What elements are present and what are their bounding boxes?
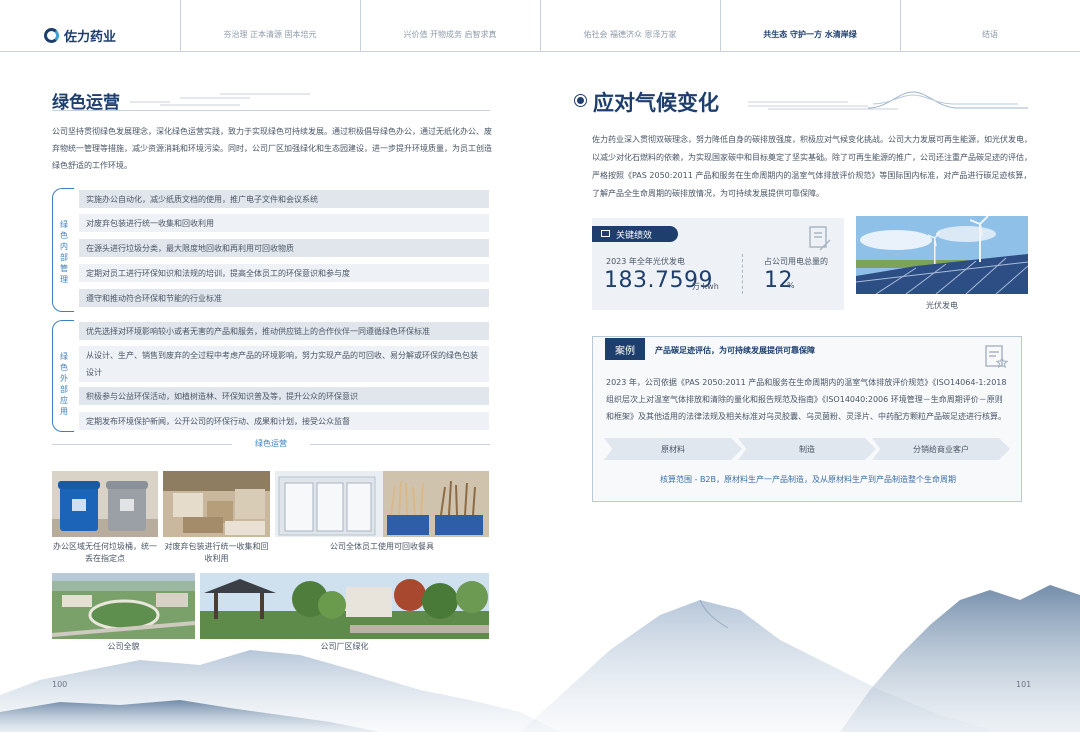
list-item: 实施办公自动化，减少纸质文档的使用，推广电子文件和会议系统 <box>79 190 489 208</box>
list-item: 定期发布环境保护新闻，公开公司的环保行动、成果和计划，接受公众监督 <box>79 412 489 430</box>
kpi-divider <box>742 254 743 294</box>
photo-recycling-bins <box>52 471 158 537</box>
company-logo[interactable]: 佐力药业 <box>44 26 116 45</box>
nav-divider <box>720 0 721 52</box>
chart-icon <box>601 230 610 237</box>
logo-text: 佐力药业 <box>64 30 117 45</box>
list-item: 遵守和推动符合环保和节能的行业标准 <box>79 289 489 307</box>
section-caption: 绿色运营 <box>52 438 490 449</box>
kpi-pv-unit: 万 kwh <box>692 282 719 291</box>
nav-divider <box>540 0 541 52</box>
photo-caption: 公司全体员工使用可回收餐具 <box>330 542 434 551</box>
lifecycle-step: 原材料 <box>604 438 742 460</box>
list-item: 从设计、生产、销售到废弃的全过程中考虑产品的环境影响，努力实现产品的可回收、易分… <box>79 346 489 382</box>
list-item: 定期对员工进行环保知识和法规的培训，提高全体员工的环保意识和参与度 <box>79 264 489 282</box>
photo-caption: 公司全貌 <box>107 642 140 651</box>
nav-tab-conclusion[interactable]: 结语 <box>900 29 1080 40</box>
photo-reusable-tableware <box>275 471 489 537</box>
nav-tab-value[interactable]: 兴价值 开物成务 启智求真 <box>360 29 540 40</box>
title-divider <box>52 110 490 111</box>
case-title: 产品碳足迹评估，为可持续发展提供可靠保障 <box>655 346 815 355</box>
list-item: 对废弃包装进行统一收集和回收利用 <box>79 214 489 232</box>
case-tag: 案例 <box>605 338 645 360</box>
photo-caption: 对废弃包装进行统一收集和回收利用 <box>164 542 269 563</box>
photo-campus-greening <box>200 573 489 639</box>
photo-solar-power <box>856 216 1028 294</box>
top-navigation-bar: 佐力药业 夯治理 正本清源 固本培元 兴价值 开物成务 启智求真 佑社会 福德济… <box>0 0 1080 52</box>
wave-decoration <box>130 93 310 106</box>
left-intro-paragraph: 公司坚持贯彻绿色发展理念，深化绿色运营实践，致力于实现绿色可持续发展。通过积极倡… <box>52 127 492 170</box>
right-intro-paragraph: 佐力药业深入贯彻双碳理念，努力降低自身的碳排放强度，积极应对气候变化挑战。公司大… <box>592 135 1032 198</box>
title-bullet-icon <box>577 97 584 104</box>
nav-divider <box>360 0 361 52</box>
case-body-text: 2023 年，公司依据《PAS 2050:2011 产品和服务在生命周期内的温室… <box>606 378 1007 421</box>
section-title-climate: 应对气候变化 <box>593 91 719 115</box>
photo-caption: 公司厂区绿化 <box>320 642 369 651</box>
list-item: 在源头进行垃圾分类，最大限度地回收和再利用可回收物质 <box>79 239 489 257</box>
photo-caption: 办公区域无任何垃圾桶，统一丢在指定点 <box>53 542 157 563</box>
kpi-pv-label: 2023 年全年光伏发电 <box>606 257 685 266</box>
wave-line-decoration <box>748 91 1028 110</box>
lifecycle-step: 分销给商业客户 <box>872 438 1010 460</box>
page-number-right: 101 <box>1016 680 1032 689</box>
nav-tab-society[interactable]: 佑社会 福德济众 恩泽万家 <box>540 29 720 40</box>
list-item: 优先选择对环境影响较小或者无害的产品和服务，推动供应链上的合作伙伴一同遵循绿色环… <box>79 322 489 340</box>
nav-divider <box>900 0 901 52</box>
nav-tab-ecology[interactable]: 共生态 守护一方 水清岸绿 <box>720 29 900 40</box>
document-hand-icon <box>809 226 831 251</box>
logo-mark-icon <box>44 28 59 43</box>
kpi-share-unit: % <box>787 281 795 290</box>
nav-divider <box>180 0 181 52</box>
nav-tab-governance[interactable]: 夯治理 正本清源 固本培元 <box>180 29 360 40</box>
lifecycle-step: 制造 <box>738 438 876 460</box>
photo-caption: 光伏发电 <box>926 301 958 310</box>
case-scope-note: 核算范围 - B2B，原材料生产一产品制造，及从原材料生产到产品制造整个生命周期 <box>659 475 957 484</box>
group-label-external: 绿色外部应用 <box>52 320 74 432</box>
photo-waste-packaging <box>163 471 270 537</box>
group-label-internal: 绿色内部管理 <box>52 188 74 312</box>
kpi-share-label: 占公司用电总量的 <box>764 257 828 266</box>
certificate-star-icon <box>985 345 1009 369</box>
photo-company-aerial-view <box>52 573 195 639</box>
page-number-left: 100 <box>52 680 68 689</box>
list-item: 积极参与公益环保活动，如植树造林、环保知识普及等，提升公众的环保意识 <box>79 387 489 405</box>
